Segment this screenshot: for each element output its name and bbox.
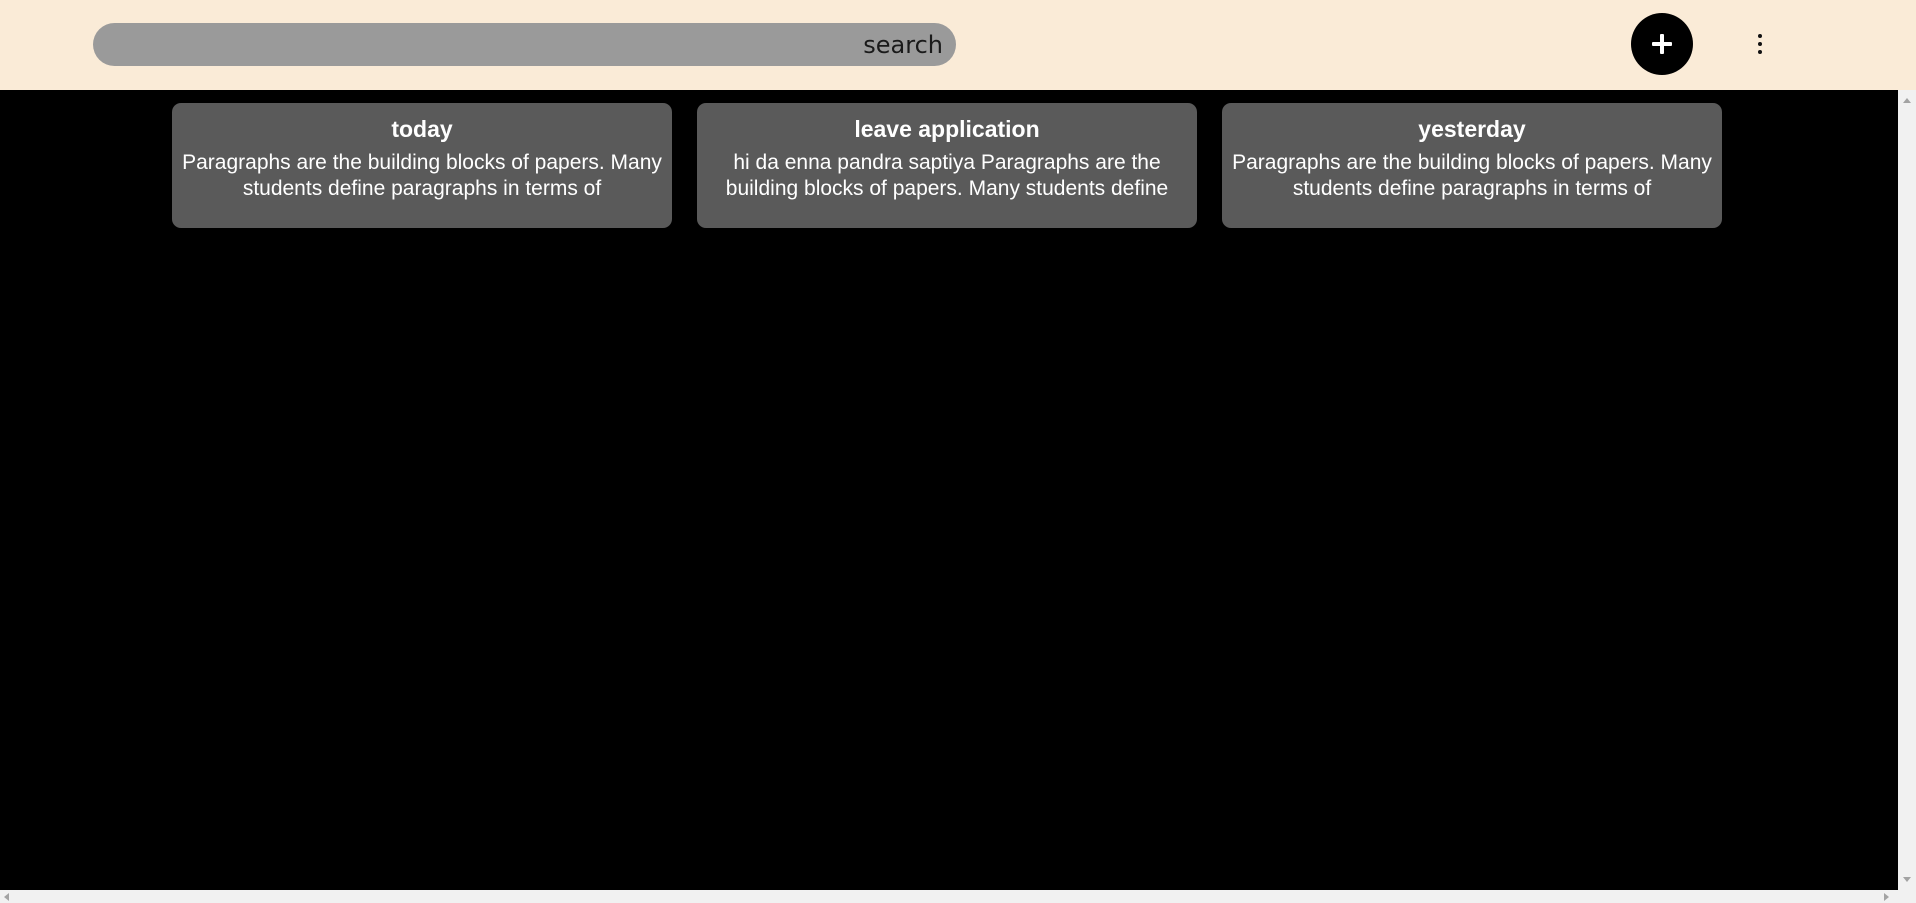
- note-title: yesterday: [1418, 116, 1526, 142]
- scroll-right-arrow-icon[interactable]: [1884, 893, 1889, 901]
- note-card[interactable]: today Paragraphs are the building blocks…: [172, 103, 672, 228]
- scroll-left-arrow-icon[interactable]: [4, 893, 9, 901]
- kebab-menu-icon-dot: [1758, 50, 1762, 54]
- search-input[interactable]: search: [93, 23, 956, 66]
- scroll-down-arrow-icon[interactable]: [1903, 877, 1911, 882]
- kebab-menu-icon: [1758, 34, 1762, 38]
- search-label: search: [863, 31, 943, 59]
- note-title: leave application: [854, 116, 1040, 142]
- note-preview: Paragraphs are the building blocks of pa…: [182, 151, 662, 200]
- horizontal-scrollbar[interactable]: [0, 890, 1916, 903]
- vertical-scrollbar[interactable]: [1898, 90, 1916, 890]
- note-preview: Paragraphs are the building blocks of pa…: [1232, 151, 1712, 200]
- notes-grid: today Paragraphs are the building blocks…: [172, 103, 1722, 228]
- app-page: search today Paragraphs are the building…: [0, 0, 1916, 903]
- top-bar: search: [0, 0, 1916, 90]
- more-options-button[interactable]: [1746, 26, 1774, 62]
- note-card[interactable]: leave application hi da enna pandra sapt…: [697, 103, 1197, 228]
- scroll-up-arrow-icon[interactable]: [1903, 98, 1911, 103]
- add-note-button[interactable]: [1631, 13, 1693, 75]
- note-preview: hi da enna pandra saptiya Paragraphs are…: [725, 151, 1169, 200]
- note-card[interactable]: yesterday Paragraphs are the building bl…: [1222, 103, 1722, 228]
- note-title: today: [391, 116, 453, 142]
- kebab-menu-icon-dot: [1758, 42, 1762, 46]
- plus-icon: [1652, 34, 1672, 54]
